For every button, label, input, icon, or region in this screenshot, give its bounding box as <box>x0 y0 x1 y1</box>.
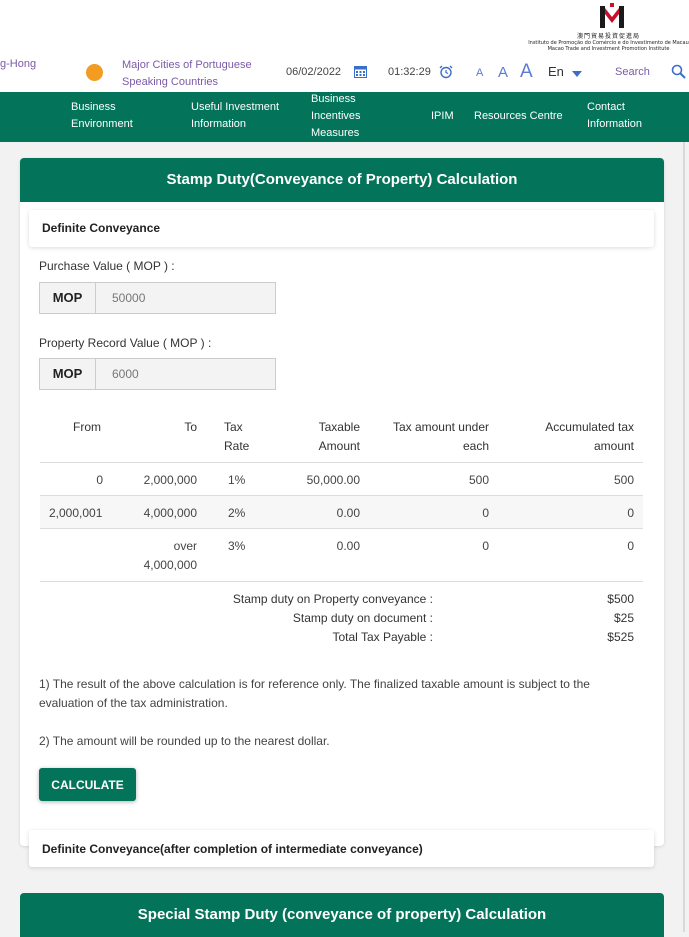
col-header-accumulated: Accumulated tax amount <box>545 420 634 453</box>
purchase-value-label: Purchase Value ( MOP ) : <box>39 259 175 273</box>
conveyance-duty-value: $500 <box>607 592 634 606</box>
nav-item-ipim[interactable]: IPIM <box>431 108 454 125</box>
date-display: 06/02/2022 <box>286 66 342 78</box>
purchase-currency-addon: MOP <box>40 283 96 313</box>
col-header-tax-each: Tax amount under each <box>392 420 489 453</box>
record-value-label: Property Record Value ( MOP ) : <box>39 336 212 350</box>
col-header-taxable: Taxable Amount <box>318 420 360 453</box>
calculator-title: Stamp Duty(Conveyance of Property) Calcu… <box>20 158 664 202</box>
table-cell-from: 0 <box>96 473 103 487</box>
total-tax-value: $525 <box>607 630 634 644</box>
table-divider <box>40 528 643 529</box>
table-divider <box>40 581 643 582</box>
table-cell-rate: 3% <box>228 539 246 553</box>
note-rounding: 2) The amount will be rounded up to the … <box>39 734 330 748</box>
conveyance-duty-label: Stamp duty on Property conveyance : <box>232 592 433 606</box>
table-cell-accumulated: 500 <box>613 473 634 487</box>
purchase-value-input[interactable] <box>96 283 275 313</box>
table-cell-from: 2,000,001 <box>49 506 103 520</box>
search-link[interactable]: Search <box>615 66 650 78</box>
orange-dot-icon <box>86 64 103 81</box>
table-cell-accumulated: 0 <box>627 506 634 520</box>
font-size-large-button[interactable]: A <box>520 61 533 83</box>
font-size-small-button[interactable]: A <box>476 67 483 79</box>
cities-link[interactable]: Major Cities of Portuguese Speaking Coun… <box>122 57 272 91</box>
tab-definite-conveyance-intermediate-label: Definite Conveyance(after completion of … <box>42 842 423 856</box>
nav-item-resources-centre[interactable]: Resources Centre <box>474 108 563 125</box>
record-currency-addon: MOP <box>40 359 96 389</box>
search-icon[interactable] <box>671 64 686 79</box>
alarm-clock-icon <box>439 65 453 79</box>
tab-definite-conveyance-label: Definite Conveyance <box>42 221 161 235</box>
table-cell-rate: 1% <box>228 473 246 487</box>
col-header-from: From <box>73 420 101 434</box>
table-divider <box>40 462 643 463</box>
record-value-input[interactable] <box>96 359 275 389</box>
col-header-to: To <box>184 420 197 434</box>
table-cell-tax-each: 0 <box>482 539 489 553</box>
nav-item-business-environment[interactable]: Business Environment <box>71 99 161 133</box>
nav-item-useful-investment-information[interactable]: Useful Investment Information <box>191 99 291 133</box>
table-cell-to: 4,000,000 <box>143 506 197 520</box>
table-cell-rate: 2% <box>228 506 246 520</box>
font-size-medium-button[interactable]: A <box>498 64 508 81</box>
calendar-icon <box>354 66 367 78</box>
ipim-logo[interactable]: 澳門貿易投資促進局 Instituto de Promoção do Comér… <box>528 3 689 53</box>
ipim-logo-mark-icon <box>600 3 624 28</box>
document-duty-value: $25 <box>613 611 634 625</box>
scroll-divider <box>683 142 685 932</box>
nav-item-contact-information[interactable]: Contact Information <box>587 99 662 133</box>
nav-item-business-incentives[interactable]: Business Incentives Measures <box>311 91 381 142</box>
chevron-down-icon[interactable] <box>572 71 582 77</box>
table-cell-accumulated: 0 <box>627 539 634 553</box>
special-stamp-duty-title: Special Stamp Duty (conveyance of proper… <box>20 893 664 937</box>
col-header-rate: Tax Rate <box>224 420 250 453</box>
logo-text: 澳門貿易投資促進局 Instituto de Promoção do Comér… <box>528 33 689 53</box>
time-display: 01:32:29 <box>388 66 431 78</box>
record-value-group: MOP <box>39 358 276 390</box>
document-duty-label: Stamp duty on document : <box>292 611 433 625</box>
note-reference: 1) The result of the above calculation i… <box>39 677 590 710</box>
table-cell-taxable: 0.00 <box>336 539 360 553</box>
table-cell-to: over 4,000,000 <box>143 539 197 572</box>
partial-city-link[interactable]: g-Hong <box>0 58 36 70</box>
table-cell-taxable: 50,000.00 <box>306 473 360 487</box>
calculate-button[interactable]: CALCULATE <box>39 768 136 801</box>
table-cell-taxable: 0.00 <box>336 506 360 520</box>
table-cell-tax-each: 500 <box>468 473 489 487</box>
total-tax-label: Total Tax Payable : <box>332 630 433 644</box>
table-cell-tax-each: 0 <box>482 506 489 520</box>
purchase-value-group: MOP <box>39 282 276 314</box>
table-cell-to: 2,000,000 <box>143 473 197 487</box>
language-selector[interactable]: En <box>548 64 564 79</box>
